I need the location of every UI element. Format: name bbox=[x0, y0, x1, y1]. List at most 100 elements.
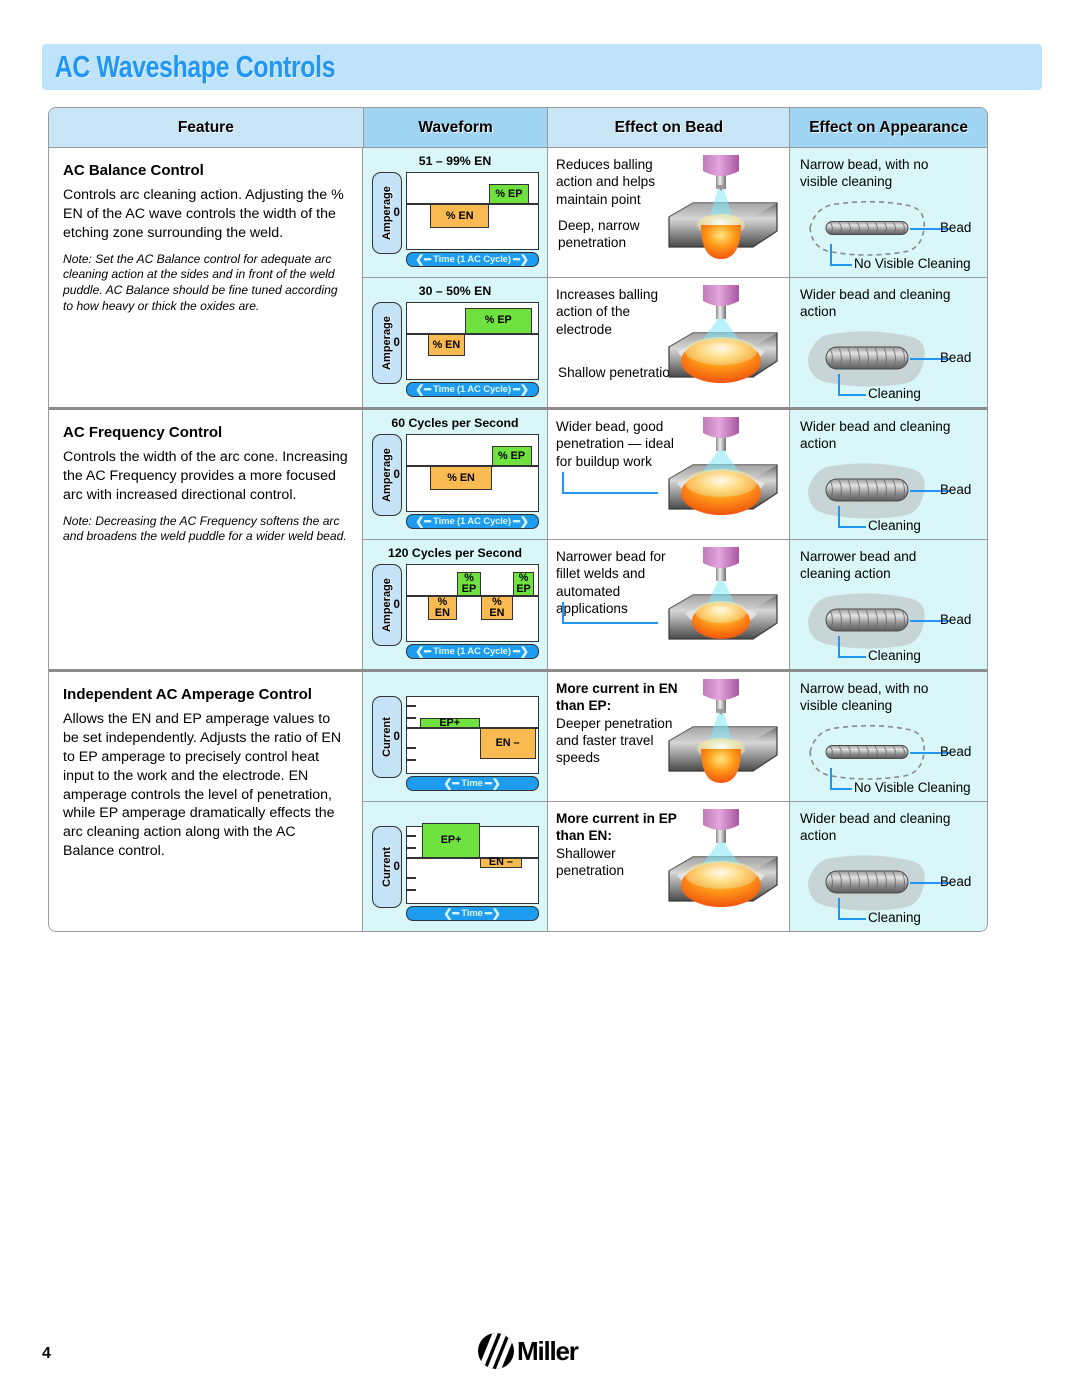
miller-logo-mark-icon bbox=[478, 1333, 514, 1369]
appearance-caption: Narrower bead and cleaning action bbox=[800, 549, 917, 582]
waveform-ep-block: % EP bbox=[488, 184, 529, 204]
waveform-cell: 30 – 50% EN Amperage 0% EN% EP ❮━ Time (1 A… bbox=[363, 278, 548, 407]
axis-tick bbox=[406, 717, 416, 719]
waveform-en-block: % EN bbox=[427, 596, 458, 621]
torch-illustration bbox=[668, 809, 778, 907]
appearance-caption: Wider bead and cleaning action bbox=[800, 419, 951, 452]
waveform-en-block: EN – bbox=[479, 728, 536, 759]
miller-logo-text: Miller bbox=[517, 1335, 579, 1366]
effect-on-bead-cell: More current in EN than EP: Deeper penetr… bbox=[548, 672, 790, 801]
waveform-plot-area: % EN% EP bbox=[405, 434, 539, 512]
waveform-plot-area: % EN% EP bbox=[405, 302, 539, 380]
appearance-caption: Narrow bead, with no visible cleaning bbox=[800, 681, 929, 714]
column-header-effect-on-appearance: Effect on Appearance bbox=[790, 108, 987, 147]
axis-tick bbox=[406, 835, 416, 837]
arrow-right-icon: ━❯ bbox=[513, 516, 529, 528]
waveform-title: 120 Cycles per Second bbox=[388, 546, 522, 560]
feature-section: AC Balance Control Controls arc cleaning … bbox=[49, 148, 987, 410]
axis-tick bbox=[406, 889, 416, 891]
bead-label: Bead bbox=[940, 350, 972, 365]
waveform-x-axis-label: ❮━ Time (1 AC Cycle) ━❯ bbox=[405, 644, 539, 659]
arrow-left-icon: ❮━ bbox=[443, 778, 459, 790]
appearance-caption: Wider bead and cleaning action bbox=[800, 287, 951, 320]
leader-line-horizontal bbox=[562, 492, 658, 494]
cleaning-leader-horizontal bbox=[838, 918, 866, 920]
effect-on-appearance-cell: Narrower bead and cleaning action Bead Cle… bbox=[790, 540, 987, 669]
bead-label: Bead bbox=[940, 874, 972, 889]
document-page: AC Waveshape Controls Feature Waveform E… bbox=[0, 0, 1080, 1397]
axis-tick bbox=[406, 877, 416, 879]
waveform-chart: Amperage 0% EN% EP ❮━ Time (1 AC Cycle) ━❯ bbox=[371, 434, 539, 531]
cleaning-leader-horizontal bbox=[830, 264, 852, 266]
effect-on-appearance-cell: Wider bead and cleaning action Bead Cleani… bbox=[790, 802, 987, 931]
table-row: 30 – 50% EN Amperage 0% EN% EP ❮━ Time (1 A… bbox=[363, 278, 987, 407]
waveshape-controls-table: Feature Waveform Effect on Bead Effect o… bbox=[48, 107, 988, 932]
cleaning-label: Cleaning bbox=[868, 648, 921, 663]
waveform-plot-area: % EN% EP% EN% EP bbox=[405, 564, 539, 642]
arrow-right-icon: ━❯ bbox=[485, 908, 501, 920]
waveform-title bbox=[453, 678, 456, 692]
waveform-zero-label: 0 bbox=[393, 861, 400, 873]
cleaning-leader-vertical bbox=[838, 636, 840, 658]
table-row: Current 0 EP+ EN – ❮━ Time ━❯ More current in… bbox=[363, 802, 987, 931]
arrow-left-icon: ❮━ bbox=[415, 646, 431, 658]
feature-rows: 51 – 99% EN Amperage 0% EN% EP ❮━ Time (1 A… bbox=[363, 148, 987, 407]
waveform-chart: Amperage 0% EN% EP ❮━ Time (1 AC Cycle) ━❯ bbox=[371, 302, 539, 399]
waveform-x-axis-label: ❮━ Time ━❯ bbox=[405, 906, 539, 921]
feature-note: Note: Set the AC Balance control for ade… bbox=[63, 251, 338, 313]
page-number: 4 bbox=[42, 1345, 51, 1362]
effect-on-appearance-cell: Narrow bead, with no visible cleaning Bea… bbox=[790, 672, 987, 801]
feature-title: AC Balance Control bbox=[63, 162, 204, 179]
waveform-en-block: % EN bbox=[430, 466, 492, 491]
feature-description: Controls arc cleaning action. Adjusting … bbox=[63, 187, 344, 241]
cleaning-leader-horizontal bbox=[838, 656, 866, 658]
effect-on-appearance-cell: Wider bead and cleaning action Bead Cleani… bbox=[790, 278, 987, 407]
appearance-caption: Narrow bead, with no visible cleaning bbox=[800, 157, 929, 190]
arrow-left-icon: ❮━ bbox=[415, 384, 431, 396]
feature-note: Note: Decreasing the AC Frequency soften… bbox=[63, 513, 347, 544]
cleaning-label: No Visible Cleaning bbox=[854, 256, 971, 271]
cleaning-label: No Visible Cleaning bbox=[854, 780, 971, 795]
effect-on-appearance-cell: Narrow bead, with no visible cleaning Bea… bbox=[790, 148, 987, 277]
waveform-title bbox=[453, 808, 456, 822]
feature-description: Controls the width of the arc cone. Incr… bbox=[63, 449, 348, 503]
bead-label: Bead bbox=[940, 744, 972, 759]
feature-rows: 60 Cycles per Second Amperage 0% EN% EP ❮━ … bbox=[363, 410, 987, 669]
waveform-cell: 120 Cycles per Second Amperage 0% EN% EP% EN%… bbox=[363, 540, 548, 669]
waveform-chart: Current 0 EP+ EN – ❮━ Time ━❯ bbox=[371, 696, 539, 793]
feature-title: Independent AC Amperage Control bbox=[63, 686, 312, 703]
feature-cell: AC Balance Control Controls arc cleaning … bbox=[49, 148, 363, 407]
waveform-chart: Current 0 EP+ EN – ❮━ Time ━❯ bbox=[371, 822, 539, 923]
waveform-x-axis-label: ❮━ Time (1 AC Cycle) ━❯ bbox=[405, 382, 539, 397]
axis-tick bbox=[406, 705, 416, 707]
effect-on-bead-cell: Reduces balling action and helps maintai… bbox=[548, 148, 790, 277]
table-row: 60 Cycles per Second Amperage 0% EN% EP ❮━ … bbox=[363, 410, 987, 540]
bead-label: Bead bbox=[940, 612, 972, 627]
feature-title: AC Frequency Control bbox=[63, 424, 223, 441]
arrow-right-icon: ━❯ bbox=[513, 254, 529, 266]
effect-on-bead-cell: Increases balling action of the electrod… bbox=[548, 278, 790, 407]
waveform-ep-block: % EP bbox=[457, 571, 481, 596]
feature-rows: Current 0 EP+ EN – ❮━ Time ━❯ More current in… bbox=[363, 672, 987, 931]
waveform-title: 60 Cycles per Second bbox=[391, 416, 519, 430]
torch-illustration bbox=[668, 547, 778, 640]
waveform-title: 30 – 50% EN bbox=[418, 284, 492, 298]
waveform-x-axis-label: ❮━ Time (1 AC Cycle) ━❯ bbox=[405, 252, 539, 267]
feature-cell: Independent AC Amperage Control Allows th… bbox=[49, 672, 363, 931]
waveform-ep-block: % EP bbox=[491, 446, 532, 466]
waveform-ep-block: EP+ bbox=[419, 717, 480, 728]
effect-on-bead-cell: Wider bead, good penetration — ideal for… bbox=[548, 410, 790, 539]
arrow-right-icon: ━❯ bbox=[485, 778, 501, 790]
table-row: Current 0 EP+ EN – ❮━ Time ━❯ More current in… bbox=[363, 672, 987, 802]
feature-section: AC Frequency Control Controls the width o… bbox=[49, 410, 987, 672]
arrow-right-icon: ━❯ bbox=[513, 646, 529, 658]
leader-line-horizontal bbox=[562, 622, 658, 624]
appearance-caption: Wider bead and cleaning action bbox=[800, 811, 951, 844]
waveform-zero-label: 0 bbox=[393, 469, 400, 481]
waveform-en-block: % EN bbox=[430, 204, 489, 229]
torch-illustration bbox=[668, 417, 778, 515]
waveform-plot-area: % EN% EP bbox=[405, 172, 539, 250]
waveform-cell: 60 Cycles per Second Amperage 0% EN% EP ❮━ … bbox=[363, 410, 548, 539]
torch-illustration bbox=[668, 155, 778, 259]
miller-logo: Miller bbox=[478, 1333, 579, 1369]
